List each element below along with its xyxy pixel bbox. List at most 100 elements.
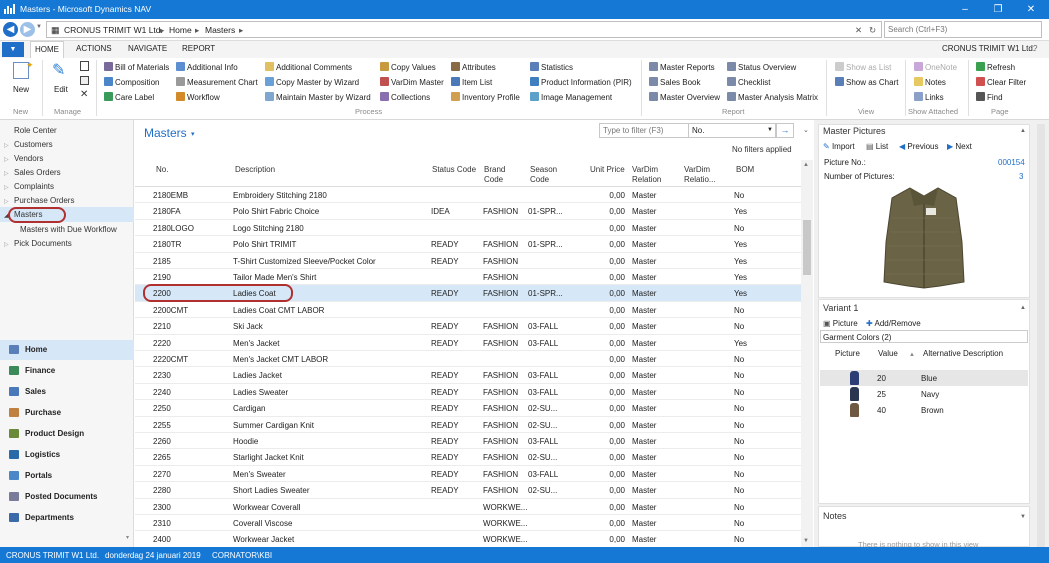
- collapse-icon[interactable]: ▼: [1020, 514, 1026, 520]
- table-row[interactable]: 2240 Ladies Sweater READY FASHION 03-FALL 0,0…: [135, 384, 801, 401]
- variant-header-alt[interactable]: Alternative Description: [923, 349, 1003, 358]
- links-button[interactable]: Links: [914, 92, 944, 102]
- list-scrollbar[interactable]: [801, 160, 813, 547]
- num-pictures-value[interactable]: 3: [1019, 172, 1023, 181]
- attributes-button[interactable]: Attributes: [451, 62, 496, 72]
- table-row[interactable]: 2180EMB Embroidery Stitching 2180 0,00 Mast…: [135, 187, 801, 204]
- view-icon[interactable]: [80, 61, 89, 71]
- table-row[interactable]: 2180LOGO Logo Stitching 2180 0,00 Master No: [135, 220, 801, 237]
- table-row[interactable]: 2250 Cardigan READY FASHION 02-SU... 0,00 Mast…: [135, 400, 801, 417]
- clear-filter-button[interactable]: Clear Filter: [976, 77, 1026, 87]
- expand-icon[interactable]: ▷: [4, 198, 9, 205]
- onenote-button[interactable]: OneNote: [914, 62, 957, 72]
- expand-icon[interactable]: ▷: [4, 184, 9, 191]
- picture-no-value[interactable]: 000154: [998, 158, 1025, 167]
- nav-complaints[interactable]: Complaints: [14, 182, 54, 191]
- section-purchase[interactable]: Purchase: [0, 403, 134, 423]
- table-row[interactable]: 2260 Hoodie READY FASHION 03-FALL 0,00 Master N…: [135, 433, 801, 450]
- new-button[interactable]: New: [13, 85, 29, 94]
- statistics-button[interactable]: Statistics: [530, 62, 573, 72]
- table-row[interactable]: 2400 Workwear Jacket WORKWE... 0,00 Master No: [135, 531, 801, 548]
- close-icon[interactable]: ✕: [1021, 2, 1041, 17]
- status-overview-button[interactable]: Status Overview: [727, 62, 796, 72]
- checklist-button[interactable]: Checklist: [727, 77, 770, 87]
- back-button[interactable]: ◀: [3, 22, 18, 37]
- care-label-button[interactable]: Care Label: [104, 92, 154, 102]
- edit-button[interactable]: Edit: [54, 85, 68, 94]
- col-header-unit-price[interactable]: Unit Price: [590, 165, 625, 175]
- import-button[interactable]: ✎ Import: [823, 142, 855, 151]
- col-header-status-code[interactable]: Status Code: [432, 165, 476, 175]
- col-header-vardim-relation[interactable]: VarDim Relation: [632, 165, 672, 185]
- nav-sales-orders[interactable]: Sales Orders: [14, 168, 61, 177]
- table-row[interactable]: 2310 Coverall Viscose WORKWE... 0,00 Master N…: [135, 515, 801, 532]
- list-scrollbar-thumb[interactable]: [803, 220, 811, 275]
- expand-icon[interactable]: ▷: [4, 170, 9, 177]
- collapse-icon[interactable]: ▲: [1020, 305, 1026, 311]
- nav-vendors[interactable]: Vendors: [14, 154, 43, 163]
- breadcrumb-home[interactable]: Home: [169, 25, 192, 35]
- col-header-no[interactable]: No.: [156, 165, 168, 175]
- collections-button[interactable]: Collections: [380, 92, 430, 102]
- breadcrumb-company[interactable]: CRONUS TRIMIT W1 Ltd.: [64, 25, 163, 35]
- col-header-brand-code[interactable]: Brand Code: [484, 165, 512, 185]
- nav-purchase-orders[interactable]: Purchase Orders: [14, 196, 74, 205]
- copy-master-by-wizard-button[interactable]: Copy Master by Wizard: [265, 77, 359, 87]
- section-departments[interactable]: Departments: [0, 508, 134, 528]
- tab-actions[interactable]: ACTIONS: [76, 44, 112, 53]
- nav-options-icon[interactable]: ▾: [126, 534, 129, 541]
- measurement-chart-button[interactable]: Measurement Chart: [176, 77, 258, 87]
- section-finance[interactable]: Finance: [0, 361, 134, 381]
- additional-info-button[interactable]: Additional Info: [176, 62, 238, 72]
- scroll-up-icon[interactable]: ▲: [803, 162, 809, 168]
- image-management-button[interactable]: Image Management: [530, 92, 612, 102]
- forward-button[interactable]: ▶: [20, 22, 35, 37]
- edit-list-icon[interactable]: [80, 76, 89, 85]
- table-row[interactable]: 2200CMT Ladies Coat CMT LABOR 0,00 Master No: [135, 302, 801, 319]
- expand-icon[interactable]: ▷: [4, 142, 9, 149]
- nav-pick-documents[interactable]: Pick Documents: [14, 239, 72, 248]
- history-dropdown-icon[interactable]: ▼: [36, 24, 42, 30]
- master-analysis-matrix-button[interactable]: Master Analysis Matrix: [727, 92, 818, 102]
- section-home[interactable]: Home: [0, 340, 134, 360]
- nav-role-center[interactable]: Role Center: [14, 126, 57, 135]
- table-row[interactable]: 2230 Ladies Jacket READY FASHION 03-FALL 0,00…: [135, 367, 801, 384]
- collapse-icon[interactable]: ▲: [1020, 128, 1026, 134]
- expand-icon[interactable]: ▷: [4, 156, 9, 163]
- variant-row[interactable]: 20 Blue: [820, 370, 1028, 386]
- inventory-profile-button[interactable]: Inventory Profile: [451, 92, 520, 102]
- delete-icon[interactable]: ✕: [80, 89, 88, 100]
- master-overview-button[interactable]: Master Overview: [649, 92, 720, 102]
- next-button[interactable]: ▶ Next: [947, 142, 972, 151]
- expand-icon[interactable]: ▷: [4, 241, 9, 248]
- apply-filter-button[interactable]: →: [776, 123, 794, 138]
- variant-row[interactable]: 40 Brown: [820, 402, 1028, 418]
- refresh-icon[interactable]: ↻: [869, 25, 876, 36]
- section-logistics[interactable]: Logistics: [0, 445, 134, 465]
- filter-input[interactable]: Type to filter (F3): [599, 123, 689, 138]
- table-row[interactable]: 2220CMT Men's Jacket CMT LABOR 0,00 Master N…: [135, 351, 801, 368]
- master-reports-button[interactable]: Master Reports: [649, 62, 715, 72]
- tab-home[interactable]: HOME: [30, 41, 64, 58]
- table-row[interactable]: 2220 Men's Jacket READY FASHION 03-FALL 0,00 M…: [135, 335, 801, 351]
- variant-group-field[interactable]: Garment Colors (2): [820, 330, 1028, 343]
- nav-masters-due-workflow[interactable]: Masters with Due Workflow: [20, 225, 117, 234]
- col-header-description[interactable]: Description: [235, 165, 275, 175]
- table-row[interactable]: 2210 Ski Jack READY FASHION 03-FALL 0,00 Maste…: [135, 318, 801, 335]
- restore-icon[interactable]: ❐: [988, 2, 1008, 17]
- factbox-collapse-icon[interactable]: ⌄: [803, 126, 809, 134]
- vardim-master-button[interactable]: VarDim Master: [380, 77, 444, 87]
- section-portals[interactable]: Portals: [0, 466, 134, 486]
- help-icon[interactable]: ?: [1033, 44, 1037, 53]
- bill-of-materials-button[interactable]: Bill of Materials: [104, 62, 169, 72]
- copy-values-button[interactable]: Copy Values: [380, 62, 436, 72]
- page-title-dropdown-icon[interactable]: ▾: [191, 130, 195, 138]
- col-header-season-code[interactable]: Season Code: [530, 165, 560, 185]
- factbox-scrollbar[interactable]: [1037, 124, 1045, 547]
- composition-button[interactable]: Composition: [104, 77, 159, 87]
- notes-button[interactable]: Notes: [914, 77, 946, 87]
- table-row[interactable]: 2300 Workwear Coverall WORKWE... 0,00 Master…: [135, 499, 801, 515]
- item-list-button[interactable]: Item List: [451, 77, 492, 87]
- minimize-icon[interactable]: –: [955, 2, 975, 17]
- filter-field-select[interactable]: No. ▼: [688, 123, 776, 138]
